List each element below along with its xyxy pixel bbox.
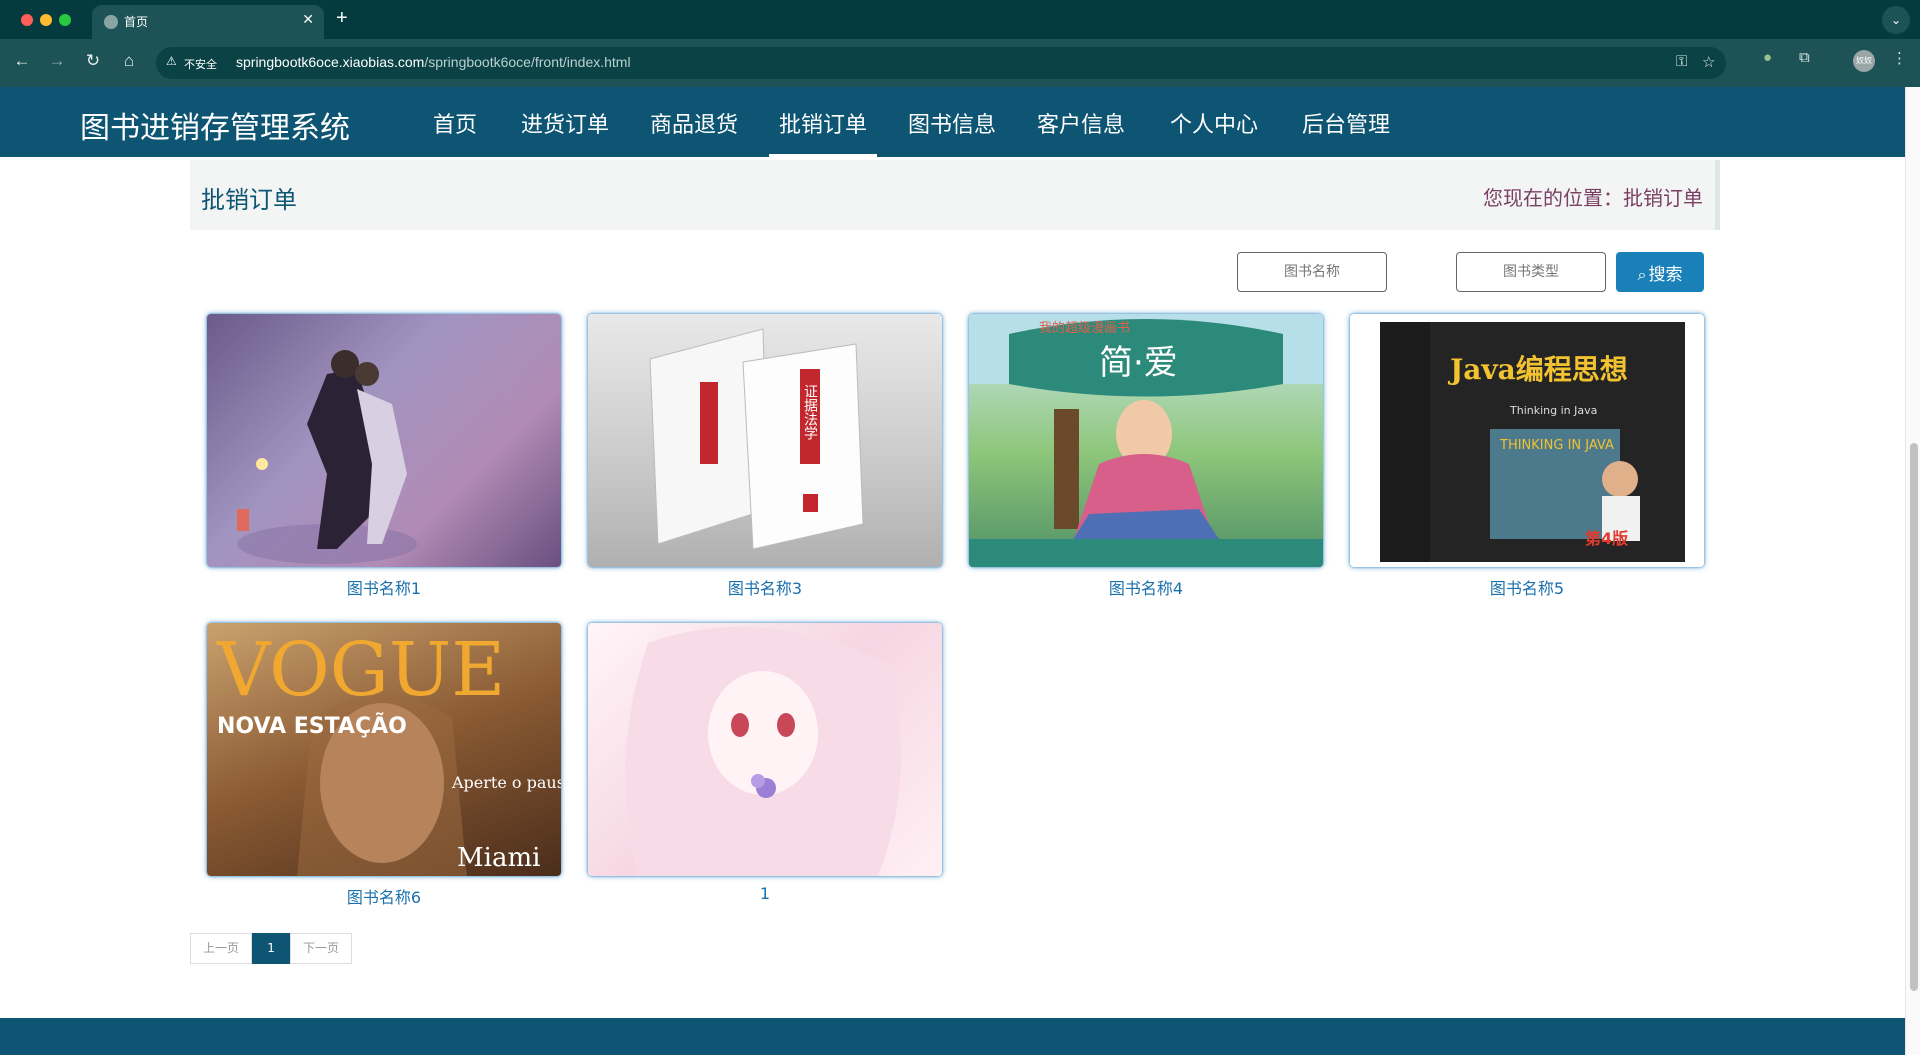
nav-wholesale-orders[interactable]: 批销订单 <box>779 107 867 139</box>
book-cover-image[interactable] <box>588 623 942 876</box>
vogue-cover: VOGUE NOVA ESTAÇÃO Aperte o pause Miami <box>216 627 561 876</box>
book-card[interactable]: 我的超级漫画书 简·爱 图书名称4 <box>969 314 1323 599</box>
page-scrollbar[interactable] <box>1905 87 1920 1055</box>
reload-icon[interactable]: ↻ <box>81 51 105 71</box>
browser-tab[interactable]: 首页 ✕ <box>92 5 324 39</box>
nav-admin[interactable]: 后台管理 <box>1302 107 1390 139</box>
site-title: 图书进销存管理系统 <box>80 111 350 146</box>
new-tab-button[interactable]: + <box>336 7 348 30</box>
book5-subtitle: Thinking in Java <box>1509 404 1597 417</box>
url-text[interactable]: springbootk6oce.xiaobias.com/springbootk… <box>236 54 631 70</box>
puzzle-icon[interactable]: ⧉ <box>1799 49 1810 66</box>
search-icon: ⌕ <box>1637 264 1647 284</box>
book-card[interactable]: Java编程思想 Thinking in Java THINKING IN JA… <box>1350 314 1704 599</box>
globe-icon <box>104 15 118 29</box>
browser-tab-bar: 首页 ✕ + ⌄ <box>0 0 1920 39</box>
book-card[interactable]: 证据法学 图书名称3 <box>588 314 942 599</box>
law-book-mockup: 证据法学 <box>649 328 864 550</box>
close-window-button[interactable] <box>21 14 33 26</box>
minimize-window-button[interactable] <box>40 14 52 26</box>
book-title[interactable]: 图书名称4 <box>969 575 1323 599</box>
book-card[interactable]: VOGUE NOVA ESTAÇÃO Aperte o pause Miami … <box>207 623 561 908</box>
book-title[interactable]: 图书名称6 <box>207 884 561 908</box>
maximize-window-button[interactable] <box>59 14 71 26</box>
close-tab-icon[interactable]: ✕ <box>302 11 314 28</box>
address-bar[interactable]: ⚠ 不安全 springbootk6oce.xiaobias.com/sprin… <box>156 47 1726 79</box>
book-cover-image[interactable]: 证据法学 <box>588 314 942 567</box>
anime-girl-illustration <box>625 627 901 876</box>
book6-cover-text2: Aperte o pause <box>451 773 561 792</box>
tab-title: 首页 <box>124 15 149 29</box>
book3-title: 证据法学 <box>802 384 818 440</box>
scrollbar-thumb[interactable] <box>1910 443 1918 991</box>
site-footer <box>0 1018 1905 1055</box>
key-icon[interactable]: ⚿ <box>1676 53 1687 70</box>
search-button[interactable]: ⌕ 搜索 <box>1616 252 1704 292</box>
nav-book-info[interactable]: 图书信息 <box>908 107 996 139</box>
more-menu-icon[interactable]: ⋮ <box>1892 49 1907 67</box>
book-cover-image[interactable]: VOGUE NOVA ESTAÇÃO Aperte o pause Miami <box>207 623 561 876</box>
book-name-input[interactable] <box>1237 252 1387 292</box>
java-book-cover: Java编程思想 Thinking in Java THINKING IN JA… <box>1380 322 1685 562</box>
breadcrumb: 批销订单 您现在的位置：批销订单 <box>190 160 1720 230</box>
site-header: 图书进销存管理系统 首页 进货订单 商品退货 批销订单 图书信息 客户信息 个人… <box>0 87 1905 157</box>
book-title[interactable]: 图书名称3 <box>588 575 942 599</box>
back-icon[interactable]: ← <box>10 51 34 71</box>
warning-icon[interactable]: ⚠ <box>166 54 177 68</box>
book5-title: Java编程思想 <box>1447 353 1628 386</box>
profile-avatar[interactable]: 奴奴 <box>1853 50 1875 72</box>
star-icon[interactable]: ☆ <box>1702 53 1715 71</box>
next-page-button[interactable]: 下一页 <box>290 933 353 964</box>
book4-title: 简·爱 <box>1099 343 1178 383</box>
book-cover-image[interactable] <box>207 314 561 567</box>
current-location: 您现在的位置：批销订单 <box>1483 186 1703 210</box>
book-cover-image[interactable]: 我的超级漫画书 简·爱 <box>969 314 1323 567</box>
book-card[interactable]: 图书名称1 <box>207 314 561 599</box>
home-icon[interactable]: ⌂ <box>117 51 141 71</box>
book-type-input[interactable] <box>1456 252 1606 292</box>
insecure-label[interactable]: 不安全 <box>184 56 217 72</box>
book-title[interactable]: 图书名称5 <box>1350 575 1704 599</box>
nav-purchase-orders[interactable]: 进货订单 <box>521 107 609 139</box>
nav-home[interactable]: 首页 <box>433 107 477 139</box>
page-title: 批销订单 <box>201 186 297 214</box>
book6-cover-text3: Miami <box>457 843 540 873</box>
book-title[interactable]: 1 <box>588 884 942 903</box>
book-card[interactable]: 1 <box>588 623 942 903</box>
nav-customer-info[interactable]: 客户信息 <box>1037 107 1125 139</box>
pagination: 上一页 1 下一页 <box>190 933 353 964</box>
book5-art: THINKING IN JAVA <box>1499 438 1614 453</box>
browser-toolbar: ← → ↻ ⌂ ⚠ 不安全 springbootk6oce.xiaobias.c… <box>0 39 1920 87</box>
active-nav-indicator <box>769 154 877 157</box>
url-path: /springbootk6oce/front/index.html <box>424 54 631 70</box>
url-host: springbootk6oce.xiaobias.com <box>236 54 425 70</box>
jane-eyre-cover: 我的超级漫画书 简·爱 <box>969 314 1323 567</box>
search-button-label: 搜索 <box>1648 264 1683 285</box>
book4-series: 我的超级漫画书 <box>1039 320 1130 336</box>
nav-returns[interactable]: 商品退货 <box>650 107 738 139</box>
prev-page-button[interactable]: 上一页 <box>190 933 253 964</box>
extension-icon[interactable]: ● <box>1763 49 1772 66</box>
book5-edition: 第4版 <box>1585 529 1628 548</box>
page-number-button[interactable]: 1 <box>252 933 291 964</box>
tab-search-button[interactable]: ⌄ <box>1882 6 1910 34</box>
forward-icon[interactable]: → <box>45 51 69 71</box>
book-cover-image[interactable]: Java编程思想 Thinking in Java THINKING IN JA… <box>1350 314 1704 567</box>
book-title[interactable]: 图书名称1 <box>207 575 561 599</box>
couple-illustration <box>237 350 417 564</box>
nav-personal-center[interactable]: 个人中心 <box>1170 107 1258 139</box>
book6-cover-text: NOVA ESTAÇÃO <box>217 713 407 739</box>
